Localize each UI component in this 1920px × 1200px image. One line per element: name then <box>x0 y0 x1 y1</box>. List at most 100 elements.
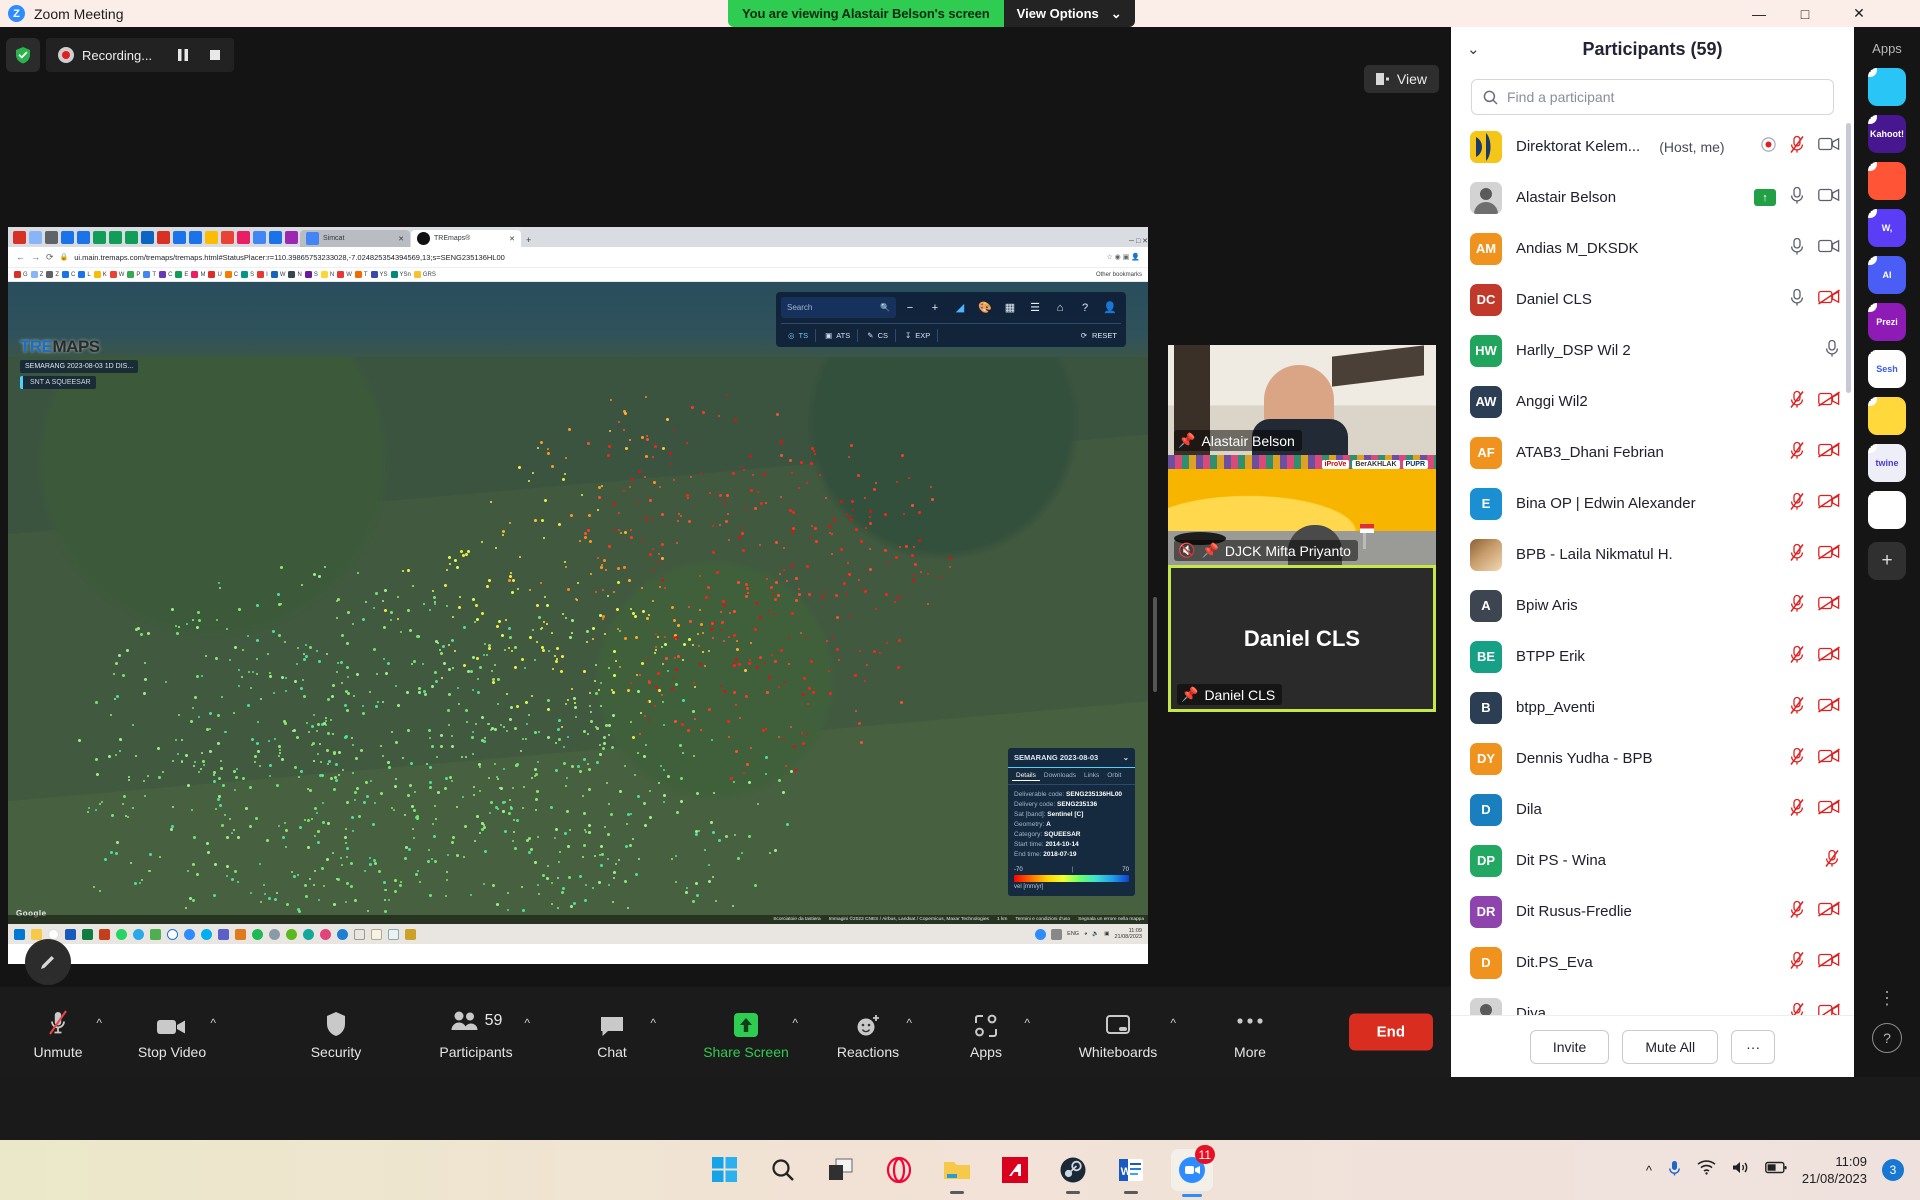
tab-downloads[interactable]: Downloads <box>1040 771 1080 781</box>
bookmark-item[interactable]: I <box>257 271 268 278</box>
video-off-icon[interactable] <box>1818 901 1840 922</box>
palette-icon[interactable]: 🎨 <box>974 297 996 318</box>
app-icon-wordly[interactable]: + W, <box>1868 209 1906 247</box>
video-off-icon[interactable] <box>1818 952 1840 973</box>
search-icon[interactable]: 🔍 <box>880 303 890 312</box>
bookmark-item[interactable]: YSn <box>390 271 411 278</box>
more-button[interactable]: More <box>1204 996 1296 1068</box>
participant-row[interactable]: E Bina OP | Edwin Alexander <box>1451 478 1854 529</box>
participant-row[interactable]: D Dila <box>1451 784 1854 835</box>
grid-icon[interactable]: ▦ <box>999 297 1021 318</box>
clock-icon[interactable] <box>388 928 399 940</box>
add-app-icon[interactable]: + <box>1868 162 1877 171</box>
excel-icon[interactable] <box>82 928 93 940</box>
video-icon[interactable] <box>1818 187 1840 208</box>
bookmark-icon[interactable] <box>205 231 218 244</box>
bookmark-icon[interactable] <box>109 231 122 244</box>
mic-muted-icon[interactable] <box>1789 1002 1805 1015</box>
help-icon[interactable]: ? <box>1872 1023 1902 1053</box>
add-app-icon[interactable]: + <box>1868 209 1877 218</box>
unmute-button[interactable]: Unmute ^ <box>12 996 104 1068</box>
pause-recording-button[interactable] <box>168 40 198 70</box>
bookmark-icon[interactable] <box>189 231 202 244</box>
app-icon-asana[interactable]: + <box>1868 68 1906 106</box>
skype-icon[interactable] <box>201 928 212 940</box>
powerpoint-icon[interactable] <box>99 928 110 940</box>
add-app-icon[interactable]: + <box>1868 444 1877 453</box>
battery-icon[interactable] <box>1765 1161 1787 1179</box>
participant-row[interactable]: Bbtpp_Aventi <box>1451 682 1854 733</box>
bookmark-item[interactable]: M <box>191 271 205 278</box>
layers-icon[interactable]: ☰ <box>1024 297 1046 318</box>
add-app-icon[interactable]: + <box>1868 350 1877 359</box>
mic-muted-icon[interactable] <box>1789 747 1805 771</box>
telegram-icon[interactable] <box>133 928 144 940</box>
other-bookmarks-button[interactable]: Other bookmarks <box>1096 272 1142 278</box>
video-off-icon[interactable] <box>1818 1003 1840 1015</box>
apps-button[interactable]: Apps ^ <box>940 996 1032 1068</box>
bookmark-icon[interactable] <box>93 231 106 244</box>
maximize-button[interactable]: □ <box>1782 0 1828 27</box>
battery-icon[interactable]: ▣ <box>1104 931 1109 937</box>
invite-button[interactable]: Invite <box>1529 1029 1610 1064</box>
bookmark-item[interactable]: P <box>127 271 140 278</box>
app-icon-ai-app[interactable]: + AI <box>1868 256 1906 294</box>
mic-icon[interactable] <box>1789 186 1805 210</box>
word-icon[interactable] <box>65 928 76 940</box>
start-icon[interactable] <box>707 1152 743 1188</box>
mic-muted-icon[interactable] <box>1789 900 1805 924</box>
browser-tab-active[interactable]: TREmaps® ✕ <box>411 230 521 247</box>
bookmark-item[interactable]: G <box>14 271 28 278</box>
bookmark-icon[interactable] <box>221 231 234 244</box>
back-icon[interactable]: ← <box>16 252 25 262</box>
mic-icon[interactable] <box>1667 1159 1682 1182</box>
whatsapp-icon[interactable] <box>116 928 127 940</box>
map-credit-item[interactable]: Termini e condizioni d'uso <box>1015 917 1070 922</box>
bookmark-item[interactable]: S <box>304 271 318 278</box>
amd-icon[interactable] <box>997 1152 1033 1188</box>
participants-scrollbar[interactable] <box>1846 123 1851 393</box>
help-icon[interactable]: ? <box>1074 297 1096 318</box>
bookmark-icon[interactable] <box>285 231 298 244</box>
bookmark-icon[interactable] <box>253 231 266 244</box>
wechat-icon[interactable] <box>150 928 161 940</box>
bookmark-icon[interactable] <box>29 231 42 244</box>
tab-orbit[interactable]: Orbit <box>1103 771 1125 781</box>
video-tile-daniel-cls[interactable]: Daniel CLS 📌 Daniel CLS <box>1168 565 1436 712</box>
tab-details[interactable]: Details <box>1012 771 1040 781</box>
add-app-button[interactable]: + <box>1868 542 1906 580</box>
security-button[interactable]: Security <box>290 996 382 1068</box>
participants-button[interactable]: 59 Participants ^ <box>420 996 532 1068</box>
participant-row[interactable]: A Bpiw Aris <box>1451 580 1854 631</box>
browser-tab[interactable]: Simcat ✕ <box>300 230 410 247</box>
video-off-icon[interactable] <box>1818 799 1840 820</box>
chrome-icon[interactable] <box>48 928 59 940</box>
video-off-icon[interactable] <box>1818 493 1840 514</box>
globe-icon[interactable] <box>303 928 314 940</box>
end-meeting-button[interactable]: End <box>1348 1013 1433 1051</box>
video-off-icon[interactable] <box>1818 442 1840 463</box>
bookmark-item[interactable]: U <box>208 271 222 278</box>
wifi-icon[interactable]: ◕ <box>1084 931 1087 937</box>
bookmark-item[interactable]: C <box>159 271 172 278</box>
bookmark-item[interactable]: L <box>78 271 91 278</box>
tray-zoom-icon[interactable] <box>1035 928 1047 940</box>
chevron-up-icon[interactable]: ^ <box>792 1016 798 1030</box>
mic-icon[interactable] <box>1824 339 1840 363</box>
bookmark-item[interactable]: YS <box>370 271 388 278</box>
annotate-pen-button[interactable] <box>25 939 71 985</box>
add-app-icon[interactable]: + <box>1868 256 1877 265</box>
chevron-up-icon[interactable]: ^ <box>96 1016 102 1030</box>
zoho-icon[interactable] <box>167 928 178 940</box>
participant-search-field[interactable]: Find a participant <box>1471 79 1834 115</box>
zoom-out-icon[interactable]: − <box>899 297 921 318</box>
file-explorer-icon[interactable] <box>939 1152 975 1194</box>
new-tab-button[interactable]: + <box>526 235 531 245</box>
participant-row[interactable]: DR Dit Rusus-Fredlie <box>1451 886 1854 937</box>
bookmark-icon[interactable] <box>237 231 250 244</box>
mic-muted-icon[interactable] <box>1789 594 1805 618</box>
task-view-icon[interactable] <box>823 1152 859 1188</box>
bookmark-item[interactable]: GRS <box>413 271 436 278</box>
bookmark-icon[interactable] <box>157 231 170 244</box>
close-tab-icon[interactable]: ✕ <box>398 235 404 243</box>
